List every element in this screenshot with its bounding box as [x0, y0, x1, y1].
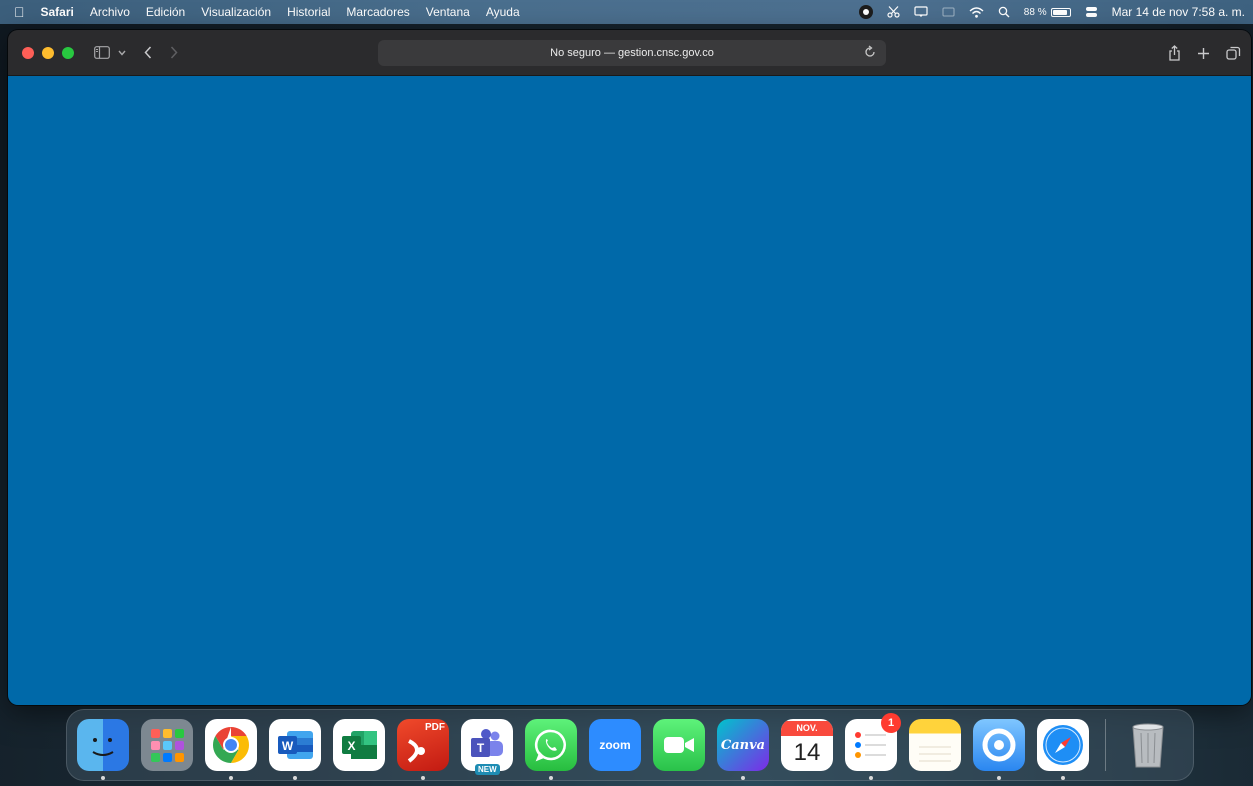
excel-icon: X — [333, 719, 385, 771]
apple-menu-icon[interactable]:  — [14, 4, 25, 20]
battery-percent: 88 % — [1023, 6, 1047, 18]
dock-finder[interactable] — [77, 719, 129, 780]
menu-clock[interactable]: Mar 14 de nov 7:58 a. m. — [1112, 5, 1245, 19]
finder-icon — [77, 719, 129, 771]
web-page-content[interactable] — [8, 76, 1251, 705]
running-indicator — [101, 776, 105, 780]
menu-bar:  Safari Archivo Edición Visualización H… — [0, 0, 1253, 24]
running-indicator — [997, 776, 1001, 780]
pdf-icon: PDF — [397, 719, 449, 771]
screen-recording-icon[interactable] — [858, 5, 873, 19]
tab-overview-icon[interactable] — [1226, 40, 1241, 66]
safari-toolbar: No seguro — gestion.cnsc.gov.co — [8, 30, 1251, 76]
menu-ayuda[interactable]: Ayuda — [486, 5, 520, 19]
zoom-icon: zoom — [589, 719, 641, 771]
dock-notes[interactable] — [909, 719, 961, 771]
dock-trash[interactable] — [1122, 719, 1174, 771]
canva-label: Canva — [720, 737, 766, 753]
share-icon[interactable] — [1168, 40, 1181, 66]
svg-text:T: T — [477, 741, 485, 755]
window-controls — [22, 46, 82, 59]
calendar-day: 14 — [793, 738, 821, 766]
running-indicator — [1061, 776, 1065, 780]
calendar-icon: NOV. 14 — [781, 719, 833, 771]
word-icon: W — [269, 719, 321, 771]
running-indicator — [741, 776, 745, 780]
tab-group-chevron-down-icon[interactable] — [118, 40, 126, 66]
whatsapp-icon — [525, 719, 577, 771]
wifi-icon[interactable] — [969, 6, 984, 18]
dock-canva[interactable]: Canva — [717, 719, 769, 780]
dock-facetime[interactable] — [653, 719, 705, 771]
zoom-window-button[interactable] — [62, 46, 74, 59]
running-indicator — [421, 776, 425, 780]
reload-icon[interactable] — [864, 45, 876, 62]
pdf-label: PDF — [425, 722, 445, 733]
address-text: No seguro — gestion.cnsc.gov.co — [550, 47, 714, 59]
running-indicator — [869, 776, 873, 780]
new-tab-plus-icon[interactable] — [1197, 40, 1210, 66]
dock: W X PDF T NEW zoom Canva NOV. 14 1 — [66, 709, 1194, 781]
screen-mirror-icon[interactable] — [942, 7, 955, 18]
calendar-month: NOV. — [781, 720, 833, 736]
launchpad-icon — [141, 719, 193, 771]
dock-whatsapp[interactable] — [525, 719, 577, 780]
safari-window: No seguro — gestion.cnsc.gov.co — [8, 30, 1251, 705]
dock-vpn[interactable] — [973, 719, 1025, 780]
scissors-icon[interactable] — [887, 6, 900, 18]
toolbar-right-actions — [1152, 40, 1241, 66]
back-chevron-icon[interactable] — [144, 40, 152, 66]
zoom-label: zoom — [599, 738, 631, 752]
running-indicator — [549, 776, 553, 780]
menu-visualizacion[interactable]: Visualización — [201, 5, 271, 19]
dock-separator — [1105, 719, 1106, 771]
dock-safari[interactable] — [1037, 719, 1089, 780]
running-indicator — [293, 776, 297, 780]
running-indicator — [229, 776, 233, 780]
dock-zoom[interactable]: zoom — [589, 719, 641, 771]
notification-badge: 1 — [881, 713, 901, 733]
menu-marcadores[interactable]: Marcadores — [346, 5, 409, 19]
dock-calendar[interactable]: NOV. 14 — [781, 719, 833, 771]
menu-bar-left:  Safari Archivo Edición Visualización H… — [14, 4, 536, 20]
facetime-icon — [653, 719, 705, 771]
sidebar-toggle-icon[interactable] — [94, 40, 110, 66]
dock-pdf-expert[interactable]: PDF — [397, 719, 449, 780]
menu-ventana[interactable]: Ventana — [426, 5, 470, 19]
new-badge: NEW — [475, 764, 500, 775]
address-bar[interactable]: No seguro — gestion.cnsc.gov.co — [378, 40, 886, 66]
battery-fill — [1052, 9, 1067, 15]
minimize-window-button[interactable] — [42, 46, 54, 59]
menu-archivo[interactable]: Archivo — [90, 5, 130, 19]
menu-historial[interactable]: Historial — [287, 5, 330, 19]
svg-text:X: X — [347, 739, 355, 753]
safari-icon — [1037, 719, 1089, 771]
dock-chrome[interactable] — [205, 719, 257, 780]
close-window-button[interactable] — [22, 46, 34, 59]
battery-status[interactable]: 88 % — [1024, 7, 1071, 18]
dock-excel[interactable]: X — [333, 719, 385, 771]
spotlight-search-icon[interactable] — [998, 6, 1010, 18]
notes-icon — [909, 719, 961, 771]
dock-word[interactable]: W — [269, 719, 321, 780]
menu-app-name[interactable]: Safari — [41, 5, 74, 19]
menu-edicion[interactable]: Edición — [146, 5, 185, 19]
trash-icon — [1122, 719, 1174, 771]
dock-launchpad[interactable] — [141, 719, 193, 771]
canva-icon: Canva — [717, 719, 769, 771]
dock-teams[interactable]: T NEW — [461, 719, 513, 775]
svg-text:W: W — [282, 739, 294, 753]
menu-bar-status: 88 % Mar 14 de nov 7:58 a. m. — [845, 5, 1245, 19]
battery-icon — [1050, 7, 1071, 17]
control-center-icon[interactable] — [1085, 6, 1098, 18]
message-icon[interactable] — [914, 6, 928, 18]
vpn-icon — [973, 719, 1025, 771]
dock-reminders[interactable]: 1 — [845, 713, 901, 780]
forward-chevron-icon[interactable] — [170, 40, 178, 66]
chrome-icon — [205, 719, 257, 771]
